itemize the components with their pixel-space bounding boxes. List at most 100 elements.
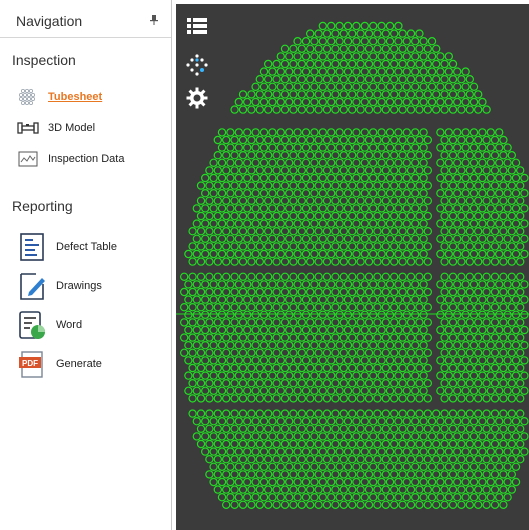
tube: [339, 166, 348, 175]
tubesheet-map[interactable]: [176, 4, 529, 530]
tube: [520, 173, 529, 183]
tube: [322, 257, 332, 266]
tube: [335, 37, 344, 46]
tube: [179, 272, 189, 281]
navigation-header: Navigation: [0, 0, 171, 38]
tube: [360, 249, 369, 259]
tube: [448, 272, 458, 281]
tube: [217, 249, 227, 259]
tube: [289, 470, 298, 479]
tube: [474, 348, 483, 357]
tube: [242, 97, 252, 107]
reporting-item-word[interactable]: Word: [16, 308, 82, 342]
tube: [368, 67, 378, 76]
tube: [280, 211, 290, 221]
tube: [368, 82, 378, 92]
tube: [423, 242, 432, 251]
list-icon[interactable]: [185, 14, 209, 38]
tube: [482, 105, 491, 114]
tube: [297, 500, 307, 509]
tube: [242, 447, 252, 456]
tube: [507, 257, 516, 266]
reporting-item-drawings[interactable]: Drawings: [16, 269, 102, 303]
reporting-item-generate[interactable]: PDF Generate: [16, 347, 102, 381]
3d-model-icon: [16, 118, 40, 138]
tube: [263, 333, 273, 342]
tubesheet-canvas[interactable]: [176, 4, 529, 530]
tube: [314, 287, 323, 297]
tube: [520, 280, 529, 289]
reporting-item-defect-table[interactable]: Defect Table: [16, 230, 117, 264]
tube: [394, 219, 403, 228]
tube: [352, 493, 361, 502]
tube: [490, 485, 500, 494]
nav-item-inspection-data[interactable]: Inspection Data: [16, 148, 124, 170]
tube: [406, 455, 416, 464]
tube: [499, 166, 508, 175]
tube: [478, 158, 487, 167]
tube: [423, 150, 432, 160]
tube: [314, 166, 323, 175]
tube: [402, 204, 411, 213]
tube: [432, 105, 441, 114]
tube: [469, 173, 479, 183]
tube: [499, 363, 508, 373]
tube: [352, 82, 361, 92]
tube: [474, 135, 483, 145]
tube: [415, 135, 424, 145]
tube: [318, 188, 327, 198]
tube: [205, 394, 214, 403]
tube: [217, 143, 227, 152]
tube: [280, 500, 290, 509]
tube: [394, 310, 403, 319]
tube: [242, 128, 252, 137]
tube: [394, 67, 403, 76]
tube: [440, 74, 449, 84]
nav-item-3d-model[interactable]: 3D Model: [16, 117, 95, 139]
tube: [322, 44, 332, 54]
tube: [440, 470, 449, 479]
tube: [389, 318, 399, 327]
tubesheet-icon: [16, 87, 40, 107]
dots-icon[interactable]: [185, 53, 209, 77]
tube: [352, 158, 361, 167]
tube: [226, 234, 235, 243]
tube: [209, 219, 218, 228]
tube: [213, 242, 223, 251]
tube: [444, 477, 453, 487]
tube: [516, 272, 525, 281]
tube: [322, 348, 332, 357]
tube: [305, 318, 315, 327]
nav-item-tubesheet[interactable]: Tubesheet: [16, 86, 102, 108]
tube: [495, 493, 504, 502]
tube: [352, 280, 361, 289]
inspection-data-icon: [16, 149, 40, 169]
tube: [213, 379, 223, 388]
tube: [242, 249, 252, 259]
tube: [276, 295, 286, 304]
tube: [343, 371, 353, 380]
tube: [331, 150, 340, 160]
tube: [381, 272, 390, 281]
tube: [326, 143, 336, 152]
tube: [326, 477, 336, 487]
tube: [335, 310, 344, 319]
tube: [402, 52, 411, 61]
tube: [284, 356, 294, 365]
tube: [381, 424, 390, 433]
tube: [293, 128, 302, 137]
tube: [490, 470, 500, 479]
tube: [310, 67, 319, 76]
tube: [230, 379, 239, 388]
gear-icon[interactable]: [185, 86, 209, 110]
tube: [201, 417, 210, 426]
tube: [322, 439, 332, 449]
tube: [310, 128, 319, 137]
tube: [406, 59, 416, 69]
tube: [398, 500, 407, 509]
tube: [230, 348, 239, 357]
pin-icon[interactable]: [150, 15, 158, 25]
tube: [440, 333, 449, 342]
tube: [482, 409, 491, 418]
tube: [453, 82, 462, 92]
